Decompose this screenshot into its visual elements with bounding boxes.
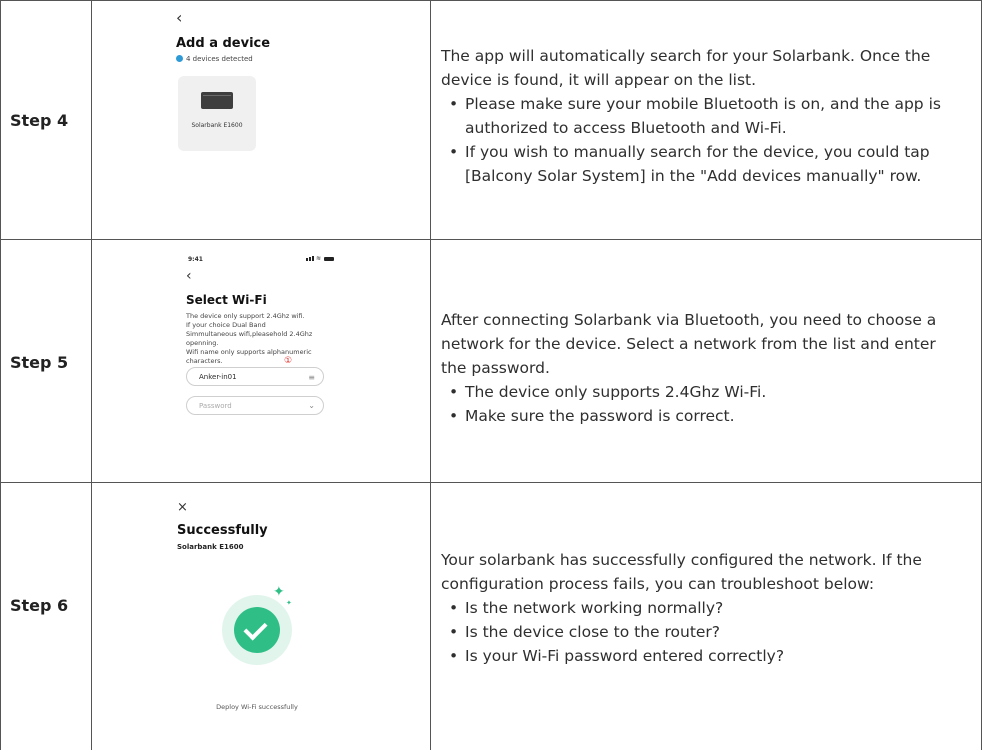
chevron-left-icon[interactable]: ‹ xyxy=(176,8,182,27)
screen-title: Add a device xyxy=(176,36,271,51)
battery-icon xyxy=(324,257,334,261)
step-6-description: Your solarbank has successfully configur… xyxy=(441,548,961,668)
network-select-field[interactable]: Anker-in01 ≡ xyxy=(186,367,324,386)
step-4-intro: The app will automatically search for yo… xyxy=(441,47,931,89)
sparkle-icon: ✦ xyxy=(273,584,285,600)
list-item: If you wish to manually search for the d… xyxy=(441,140,961,188)
wifi-info-text: The device only support 2.4Ghz wifi. If … xyxy=(186,312,313,365)
network-value: Anker-in01 xyxy=(199,373,237,381)
list-item: Please make sure your mobile Bluetooth i… xyxy=(441,92,961,140)
screen-subtitle: Solarbank E1600 xyxy=(177,543,244,551)
chevron-left-icon[interactable]: ‹ xyxy=(186,268,192,284)
wifi-icon: ≋ xyxy=(316,255,322,262)
deploy-status: Deploy Wi-Fi successfully xyxy=(216,703,298,711)
step-4-label: Step 4 xyxy=(10,111,69,130)
screen-title: Select Wi-Fi xyxy=(186,293,267,307)
step-5-screenshot: 9:41 ≋ ‹ Select Wi-Fi The device only su… xyxy=(186,250,406,478)
device-card[interactable]: Solarbank E1600 xyxy=(178,76,256,151)
devices-detected-row: 4 devices detected xyxy=(176,55,253,63)
step-4-screenshot: ‹ Add a device 4 devices detected Solarb… xyxy=(176,8,416,238)
step-6-label: Step 6 xyxy=(10,596,69,615)
screen-title: Successfully xyxy=(177,523,268,538)
list-item: Make sure the password is correct. xyxy=(441,404,961,428)
signal-icon-bar3 xyxy=(312,256,314,261)
chevron-down-icon: ⌄ xyxy=(308,401,315,410)
col-divider-2 xyxy=(430,0,431,750)
step-6-screenshot: × Successfully Solarbank E1600 ✦ ✦ Deplo… xyxy=(177,500,417,748)
step-4-description: The app will automatically search for yo… xyxy=(441,44,961,188)
radar-icon xyxy=(176,55,183,62)
signal-icon-bar2 xyxy=(309,257,311,261)
list-item: Is the network working normally? xyxy=(441,596,961,620)
password-field[interactable]: Password ⌄ xyxy=(186,396,324,415)
status-bar-time: 9:41 xyxy=(188,256,203,263)
list-item: Is your Wi-Fi password entered correctly… xyxy=(441,644,961,668)
col-divider-1 xyxy=(91,0,92,750)
step-4-bullets: Please make sure your mobile Bluetooth i… xyxy=(441,92,961,188)
success-halo xyxy=(222,595,292,665)
list-item: Is the device close to the router? xyxy=(441,620,961,644)
step-5-description: After connecting Solarbank via Bluetooth… xyxy=(441,308,961,428)
step-5-label: Step 5 xyxy=(10,353,69,372)
sparkle-icon-small: ✦ xyxy=(286,599,292,607)
step-6-intro: Your solarbank has successfully configur… xyxy=(441,551,922,593)
devices-detected-text: 4 devices detected xyxy=(186,55,253,63)
list-icon: ≡ xyxy=(308,373,315,382)
col-divider-left xyxy=(0,0,1,750)
status-bar-icons: ≋ xyxy=(306,255,336,263)
device-name: Solarbank E1600 xyxy=(191,122,243,129)
callout-marker: ① xyxy=(284,356,293,366)
close-icon[interactable]: × xyxy=(177,500,188,515)
step-6-bullets: Is the network working normally? Is the … xyxy=(441,596,961,668)
success-check-icon xyxy=(234,607,280,653)
row-divider-2 xyxy=(0,482,982,483)
password-placeholder: Password xyxy=(199,402,232,410)
list-item: The device only supports 2.4Ghz Wi-Fi. xyxy=(441,380,961,404)
step-5-bullets: The device only supports 2.4Ghz Wi-Fi. M… xyxy=(441,380,961,428)
solarbank-device-icon xyxy=(201,92,233,109)
signal-icon xyxy=(306,258,308,261)
row-divider-1 xyxy=(0,239,982,240)
step-5-intro: After connecting Solarbank via Bluetooth… xyxy=(441,311,937,377)
table-top-border xyxy=(0,0,982,1)
